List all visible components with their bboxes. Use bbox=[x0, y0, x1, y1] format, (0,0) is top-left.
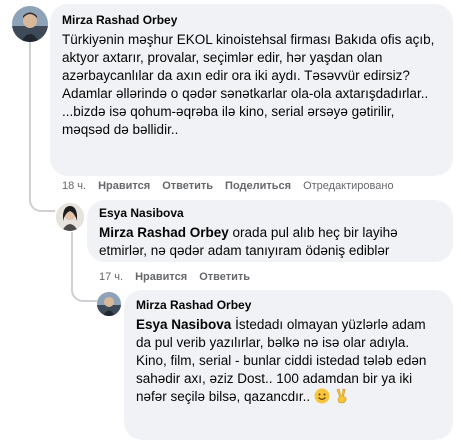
reply-button[interactable]: Ответить bbox=[199, 271, 250, 283]
comment-time[interactable]: 18 ч. bbox=[62, 180, 86, 192]
avatar[interactable] bbox=[56, 203, 84, 231]
comment-author[interactable]: Mirza Rashad Orbey bbox=[62, 13, 441, 27]
thread-line-main bbox=[29, 40, 31, 195]
thread-connector-reply-2 bbox=[71, 270, 97, 302]
avatar[interactable] bbox=[97, 292, 121, 316]
comment-time[interactable]: 17 ч. bbox=[99, 271, 123, 283]
comment-bubble: Mirza Rashad Orbey Esya Nasibova İstedad… bbox=[124, 290, 453, 440]
comment-text: Esya Nasibova İstedadı olmayan yüzlərlə … bbox=[136, 316, 441, 409]
comment-author[interactable]: Esya Nasibova bbox=[99, 206, 441, 220]
victory-hand-icon bbox=[334, 388, 350, 409]
profile-photo-icon bbox=[12, 6, 48, 42]
share-button[interactable]: Поделиться bbox=[225, 180, 291, 192]
edited-label: Отредактировано bbox=[303, 180, 394, 192]
comment-actions: 17 ч. Нравится Ответить bbox=[99, 271, 250, 283]
comment-bubble: Esya Nasibova Mirza Rashad Orbey orada p… bbox=[87, 200, 453, 262]
avatar[interactable] bbox=[12, 6, 48, 42]
mention-link[interactable]: Esya Nasibova bbox=[136, 317, 231, 332]
thread-connector-reply-1 bbox=[29, 180, 55, 212]
profile-photo-icon bbox=[56, 203, 84, 231]
profile-photo-icon bbox=[97, 292, 121, 316]
smiling-face-icon bbox=[314, 388, 330, 409]
mention-link[interactable]: Mirza Rashad Orbey bbox=[99, 225, 229, 240]
comment-bubble: Mirza Rashad Orbey Türkiyənin məşhur EKO… bbox=[50, 4, 453, 176]
like-button[interactable]: Нравится bbox=[98, 180, 150, 192]
comment-text: Mirza Rashad Orbey orada pul alıb heç bi… bbox=[99, 224, 441, 260]
comment-actions: 18 ч. Нравится Ответить Поделиться Отред… bbox=[62, 180, 394, 192]
comment-text: Türkiyənin məşhur EKOL kinoistehsal firm… bbox=[62, 32, 435, 137]
comment-author[interactable]: Mirza Rashad Orbey bbox=[136, 298, 441, 312]
reply-button[interactable]: Ответить bbox=[162, 180, 213, 192]
like-button[interactable]: Нравится bbox=[135, 271, 187, 283]
